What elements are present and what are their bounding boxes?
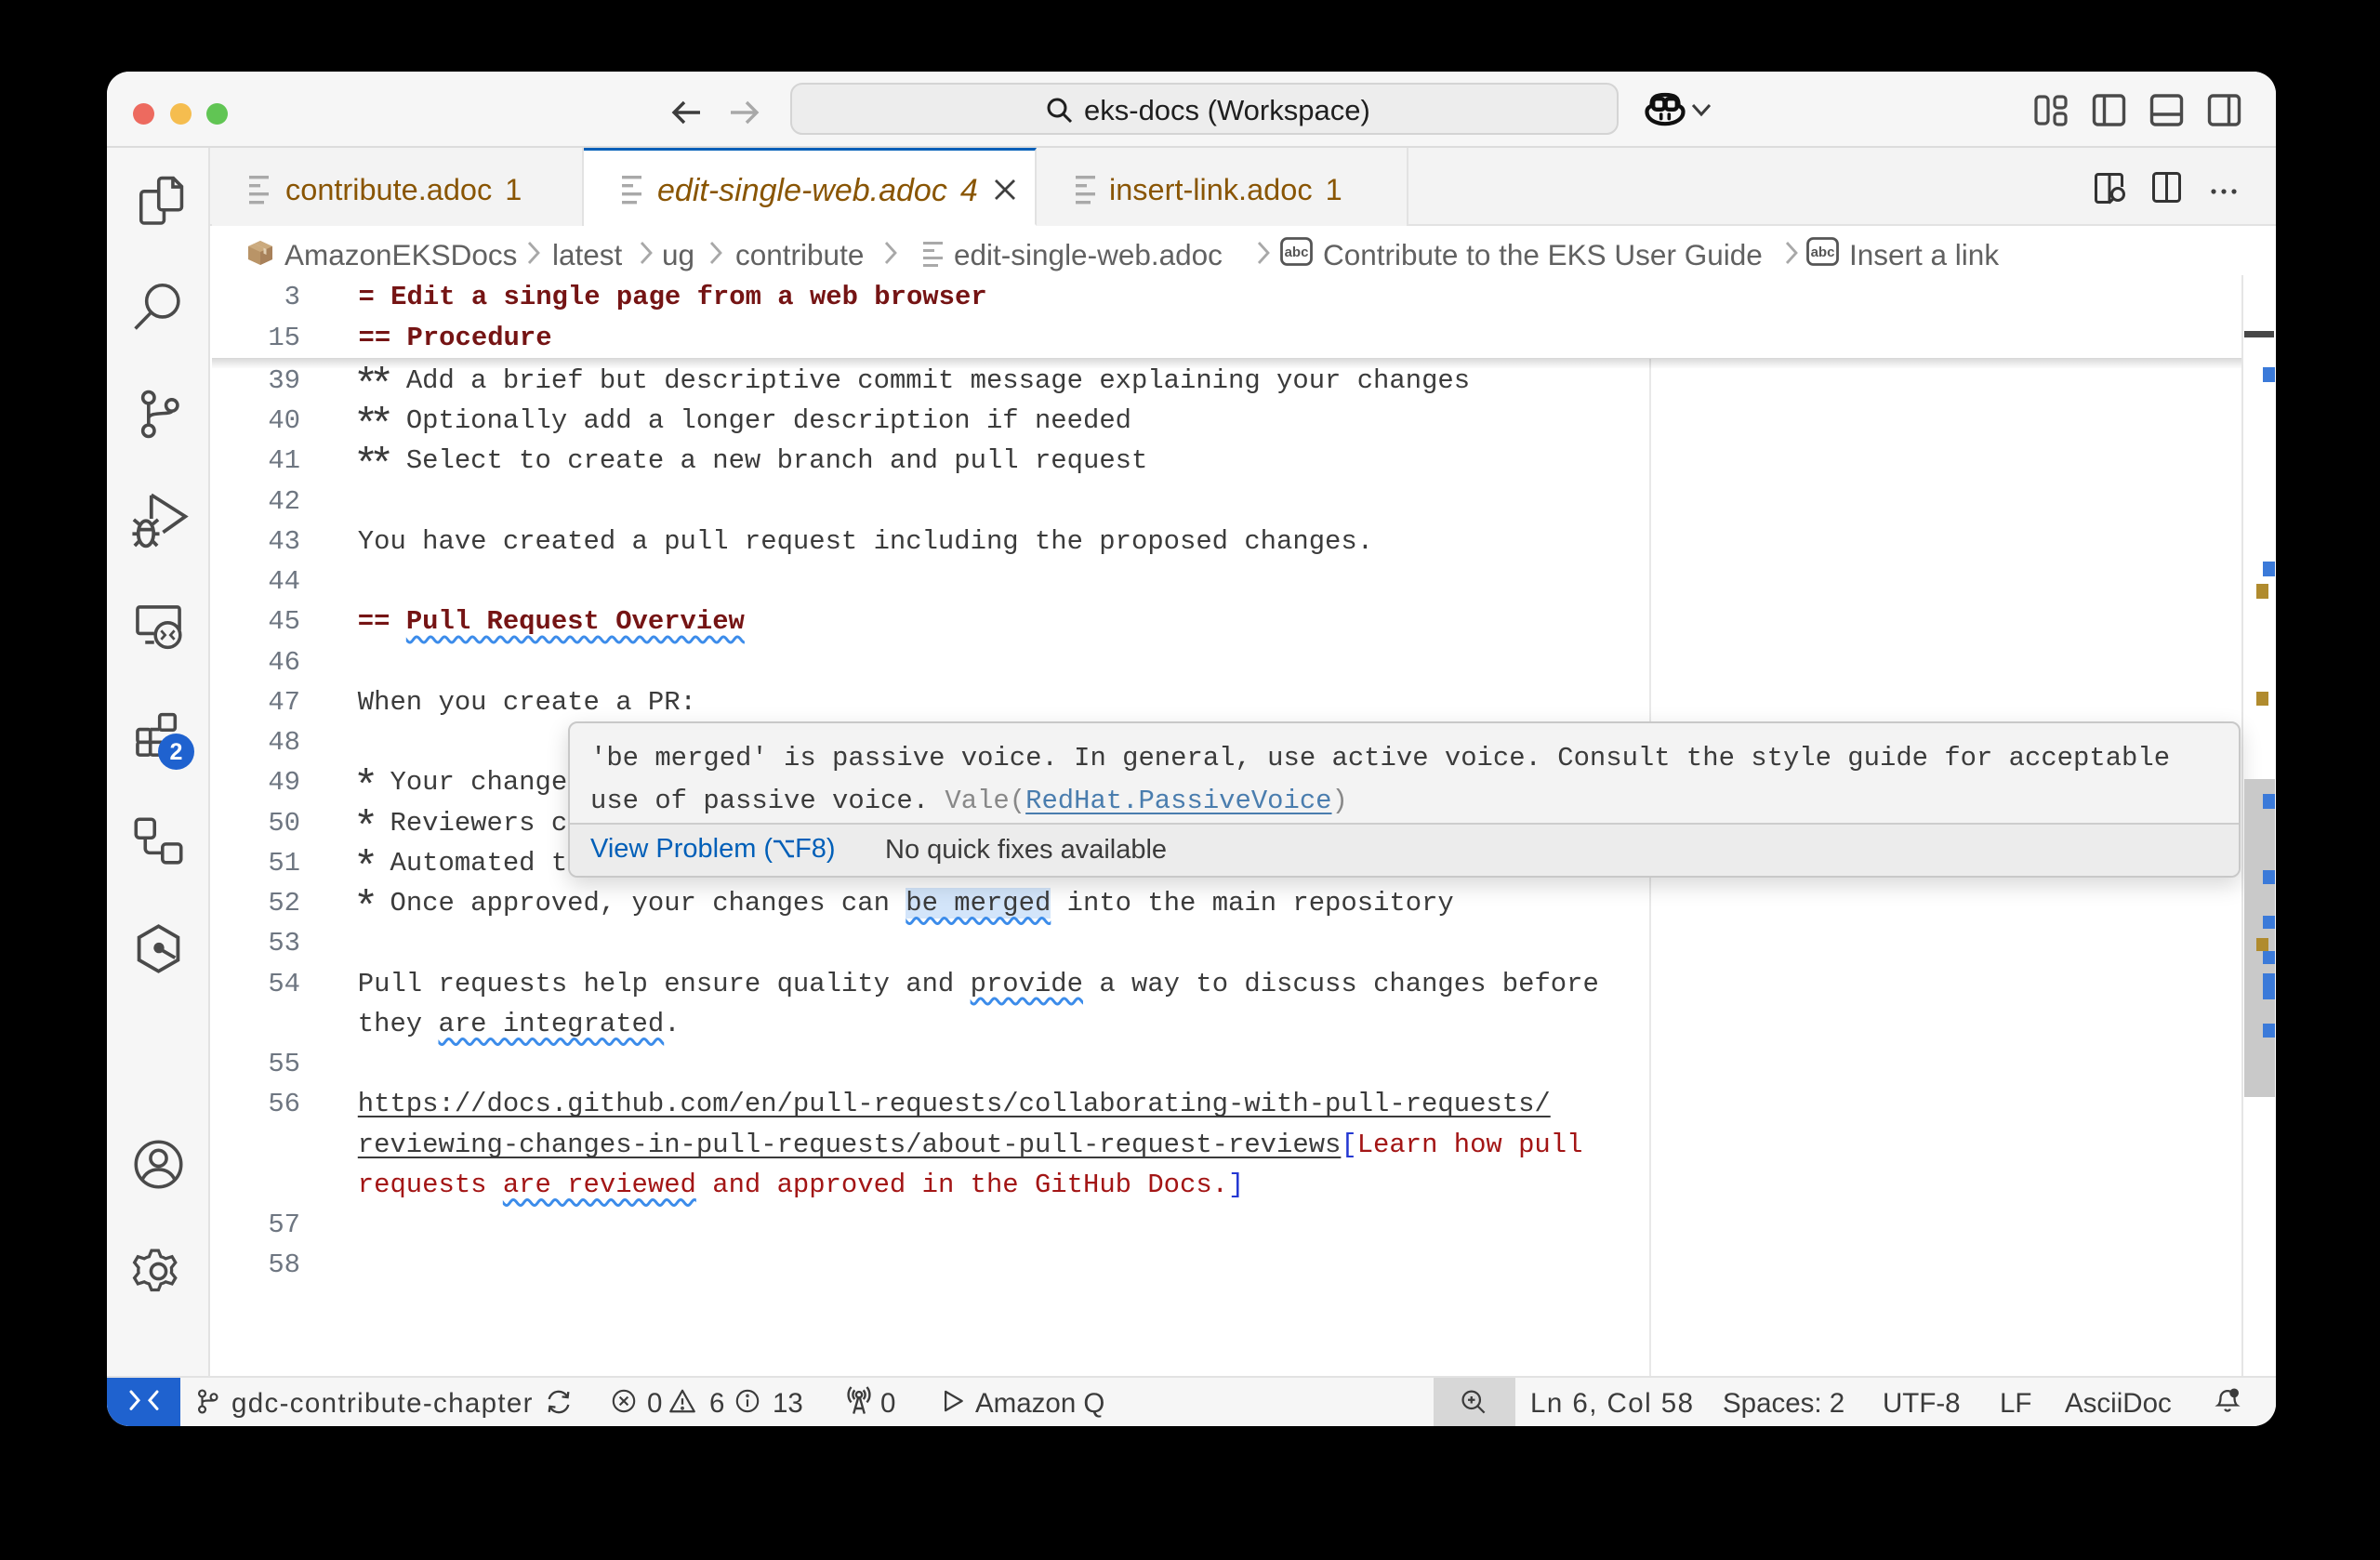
svg-text:abc: abc [1811, 245, 1835, 260]
svg-text:abc: abc [1285, 245, 1309, 260]
